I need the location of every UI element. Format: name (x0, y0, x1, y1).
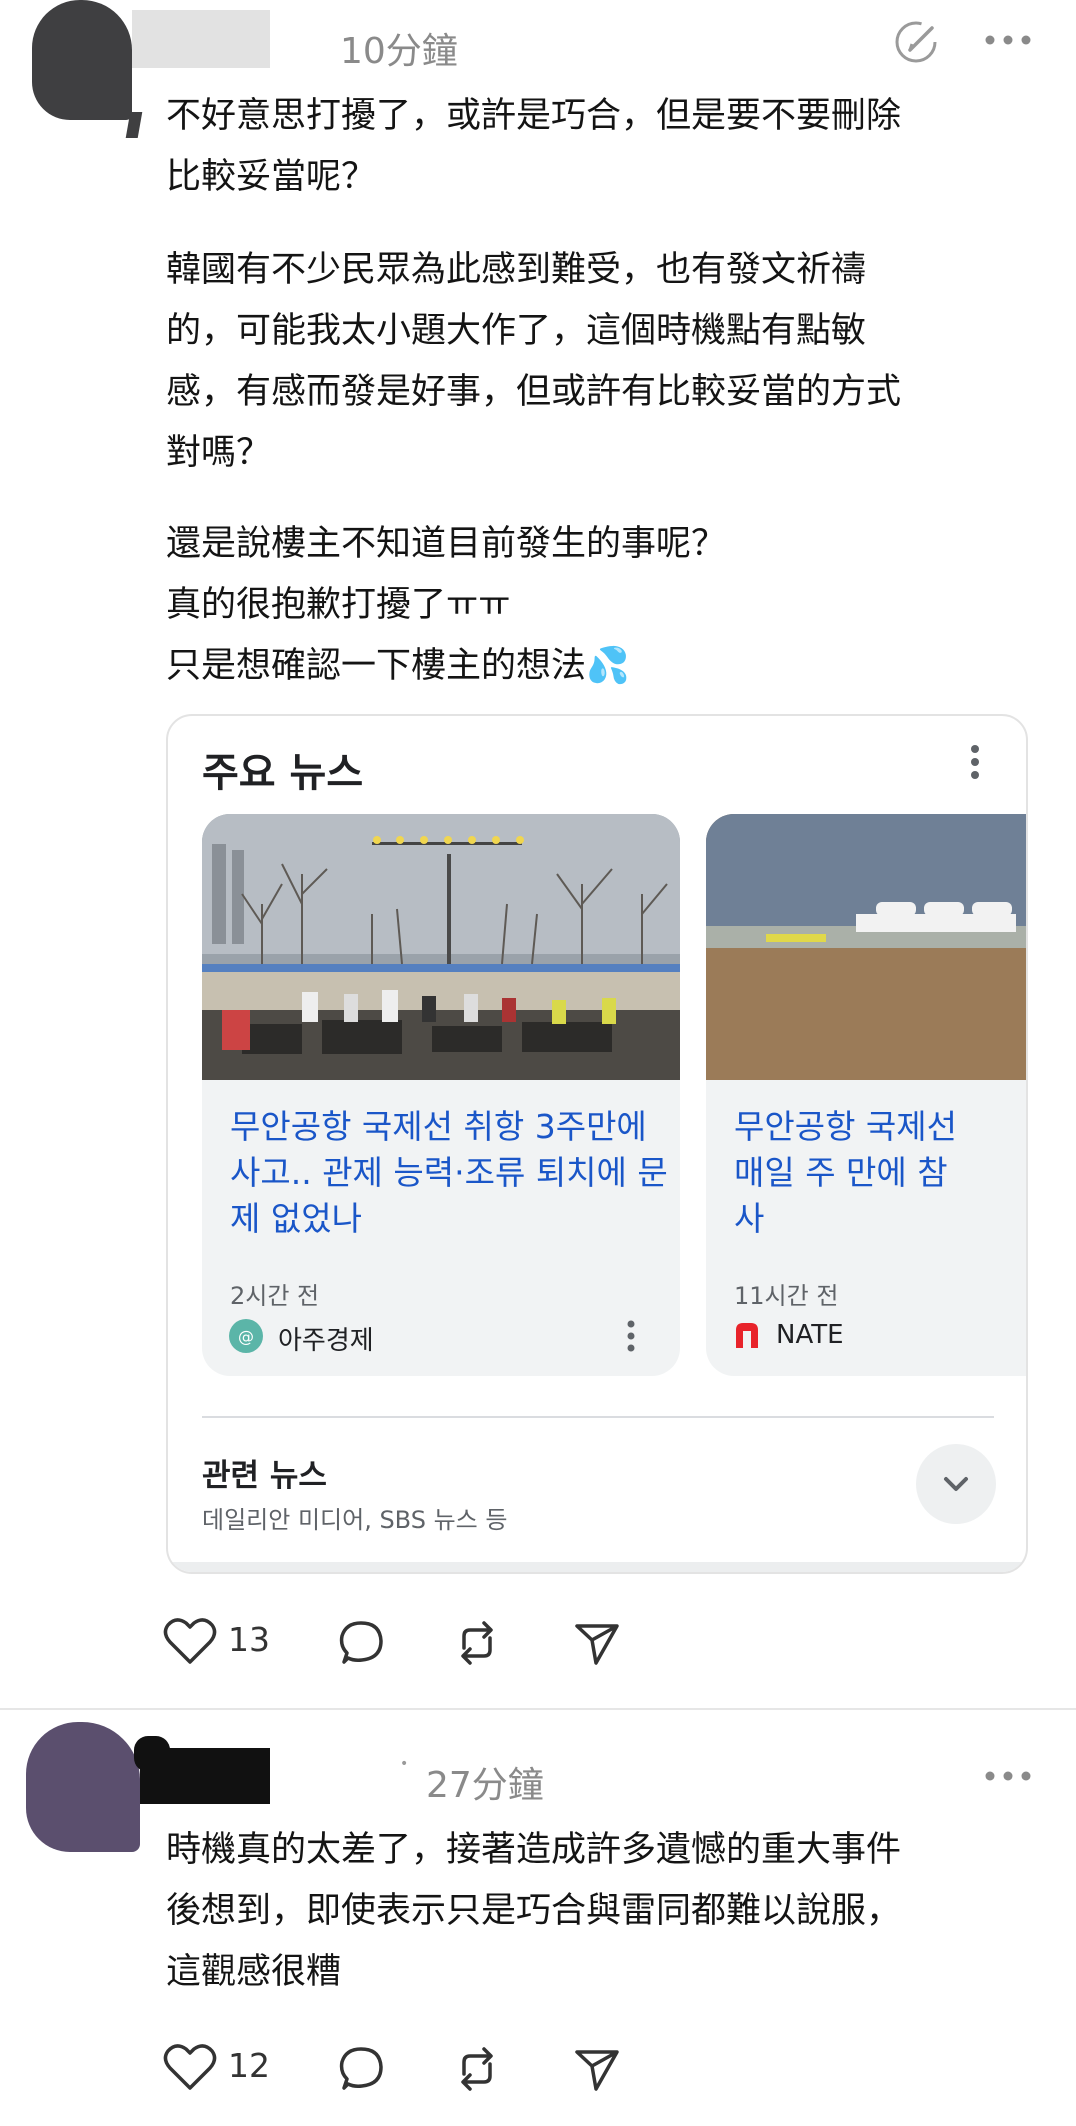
news-article[interactable]: 무안공항 국제선 매일 주 만에 참사 11시간 전 NATE (706, 814, 1026, 1376)
username-redacted (132, 10, 270, 68)
post-time: 27分鐘 (426, 1765, 544, 1806)
like-button[interactable] (162, 1616, 218, 1670)
more-icon[interactable] (984, 34, 1032, 46)
news-time: 2시간 전 (230, 1282, 320, 1310)
related-news-title[interactable]: 관련 뉴스 (202, 1450, 327, 1495)
news-image (706, 814, 1026, 1080)
edit-icon[interactable] (894, 18, 942, 66)
related-news-sources: 데일리안 미디어, SBS 뉴스 등 (202, 1506, 508, 1534)
post-paragraph: 還是說樓主不知道目前發生的事呢？ 真的很抱歉打擾了ㅠㅠ 只是想確認一下樓主的想法… (166, 524, 727, 686)
more-icon[interactable] (984, 1770, 1032, 1782)
post-paragraph: 不好意思打擾了，或許是巧合，但是要不要刪除 比較妥當呢？ (166, 96, 902, 197)
repost-icon[interactable] (452, 2044, 502, 2098)
news-card[interactable]: 주요 뉴스 무안공항 국제선 취항 3주만에 사고.. 관제 능력·조류 퇴치에… (166, 714, 1028, 1574)
source-logo-icon: @ (228, 1318, 264, 1358)
avatar[interactable] (32, 0, 132, 120)
heart-icon (163, 1618, 217, 1664)
news-time: 11시간 전 (734, 1282, 839, 1310)
post-paragraph: 時機真的太差了，接著造成許多遺憾的重大事件 後想到，即使表示只是巧合與雷同都難以… (166, 1830, 902, 1992)
comment-icon[interactable] (336, 1618, 386, 1672)
news-source: NATE (776, 1320, 844, 1350)
heart-icon (163, 2044, 217, 2090)
divider (202, 1416, 994, 1418)
expand-button[interactable] (916, 1444, 996, 1524)
card-bottom-strip (168, 1562, 1026, 1572)
like-count: 13 (228, 1620, 270, 1659)
like-count: 12 (228, 2046, 270, 2085)
news-image (202, 814, 680, 1080)
dot: • (400, 1756, 409, 1772)
share-icon[interactable] (572, 2044, 622, 2098)
post-paragraph: 韓國有不少民眾為此感到難受，也有發文祈禱 的，可能我太小題大作了，這個時機點有點… (166, 250, 902, 473)
chevron-down-icon (944, 1477, 968, 1491)
post-separator (0, 1708, 1076, 1710)
like-button[interactable] (162, 2042, 218, 2096)
news-headline[interactable]: 무안공항 국제선 매일 주 만에 참사 (734, 1104, 974, 1242)
nate-logo-icon (732, 1320, 762, 1354)
news-headline[interactable]: 무안공항 국제선 취항 3주만에 사고.. 관제 능력·조류 퇴치에 문제 없었… (230, 1104, 670, 1242)
svg-text:@: @ (238, 1327, 254, 1346)
comment-icon[interactable] (336, 2044, 386, 2098)
kebab-icon[interactable] (626, 1320, 636, 1356)
avatar[interactable] (26, 1722, 140, 1852)
card-title: 주요 뉴스 (202, 750, 364, 796)
share-icon[interactable] (572, 1618, 622, 1672)
username-redacted (140, 1748, 270, 1804)
kebab-icon[interactable] (970, 744, 980, 784)
news-article[interactable]: 무안공항 국제선 취항 3주만에 사고.. 관제 능력·조류 퇴치에 문제 없었… (202, 814, 680, 1376)
news-source: 아주경제 (278, 1326, 374, 1356)
post-time: 10分鐘 (340, 31, 458, 72)
repost-icon[interactable] (452, 1618, 502, 1672)
